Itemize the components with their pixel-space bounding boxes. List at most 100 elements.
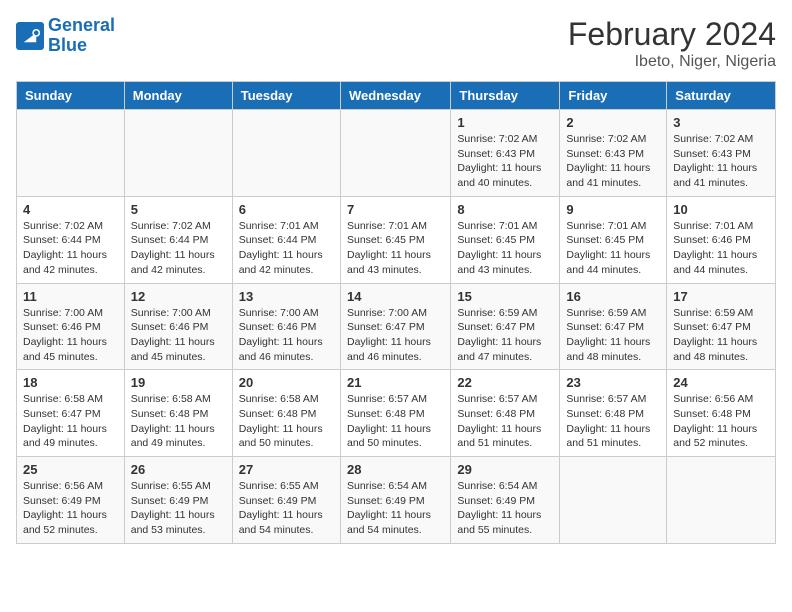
day-info: Sunrise: 7:01 AMSunset: 6:45 PMDaylight:… bbox=[457, 219, 553, 278]
day-info: Sunrise: 6:59 AMSunset: 6:47 PMDaylight:… bbox=[457, 306, 553, 365]
calendar-cell: 14 Sunrise: 7:00 AMSunset: 6:47 PMDayligh… bbox=[340, 283, 450, 370]
calendar-cell: 2Sunrise: 7:02 AMSunset: 6:43 PMDaylight… bbox=[560, 110, 667, 197]
calendar-subtitle: Ibeto, Niger, Nigeria bbox=[568, 53, 776, 71]
day-info: Sunrise: 7:01 AMSunset: 6:45 PMDaylight:… bbox=[347, 219, 444, 278]
logo: General Blue bbox=[16, 16, 115, 56]
day-info: Sunrise: 7:00 AMSunset: 6:46 PMDaylight:… bbox=[239, 306, 334, 365]
day-info: Sunrise: 7:02 AMSunset: 6:43 PMDaylight:… bbox=[673, 132, 769, 191]
day-number: 10 bbox=[673, 202, 769, 217]
calendar-week-2: 4 Sunrise: 7:02 AMSunset: 6:44 PMDaylight… bbox=[17, 196, 776, 283]
day-info: Sunrise: 6:57 AMSunset: 6:48 PMDaylight:… bbox=[457, 392, 553, 451]
day-number: 6 bbox=[239, 202, 334, 217]
day-info: Sunrise: 6:54 AMSunset: 6:49 PMDaylight:… bbox=[347, 479, 444, 538]
day-info: Sunrise: 6:58 AMSunset: 6:48 PMDaylight:… bbox=[131, 392, 226, 451]
day-info: Sunrise: 7:02 AMSunset: 6:43 PMDaylight:… bbox=[566, 132, 660, 191]
day-number: 23 bbox=[566, 375, 660, 390]
calendar-cell: 5 Sunrise: 7:02 AMSunset: 6:44 PMDaylight… bbox=[124, 196, 232, 283]
calendar-cell: 20Sunrise: 6:58 AMSunset: 6:48 PMDayligh… bbox=[232, 370, 340, 457]
day-number: 27 bbox=[239, 462, 334, 477]
calendar-cell: 26Sunrise: 6:55 AMSunset: 6:49 PMDayligh… bbox=[124, 457, 232, 544]
col-saturday: Saturday bbox=[667, 82, 776, 110]
day-info: Sunrise: 6:56 AMSunset: 6:49 PMDaylight:… bbox=[23, 479, 118, 538]
col-wednesday: Wednesday bbox=[340, 82, 450, 110]
day-number: 8 bbox=[457, 202, 553, 217]
day-number: 28 bbox=[347, 462, 444, 477]
calendar-cell: 9Sunrise: 7:01 AMSunset: 6:45 PMDaylight… bbox=[560, 196, 667, 283]
calendar-cell: 10 Sunrise: 7:01 AMSunset: 6:46 PMDayligh… bbox=[667, 196, 776, 283]
day-number: 17 bbox=[673, 289, 769, 304]
page-header: General Blue February 2024 Ibeto, Niger,… bbox=[16, 16, 776, 71]
calendar-cell: 17Sunrise: 6:59 AMSunset: 6:47 PMDayligh… bbox=[667, 283, 776, 370]
calendar-cell: 23 Sunrise: 6:57 AMSunset: 6:48 PMDayligh… bbox=[560, 370, 667, 457]
day-number: 18 bbox=[23, 375, 118, 390]
day-number: 25 bbox=[23, 462, 118, 477]
day-number: 7 bbox=[347, 202, 444, 217]
day-number: 4 bbox=[23, 202, 118, 217]
day-info: Sunrise: 6:54 AMSunset: 6:49 PMDaylight:… bbox=[457, 479, 553, 538]
day-info: Sunrise: 6:55 AMSunset: 6:49 PMDaylight:… bbox=[131, 479, 226, 538]
day-info: Sunrise: 6:59 AMSunset: 6:47 PMDaylight:… bbox=[566, 306, 660, 365]
day-number: 12 bbox=[131, 289, 226, 304]
day-number: 11 bbox=[23, 289, 118, 304]
day-info: Sunrise: 6:56 AMSunset: 6:48 PMDaylight:… bbox=[673, 392, 769, 451]
calendar-cell: 29 Sunrise: 6:54 AMSunset: 6:49 PMDayligh… bbox=[451, 457, 560, 544]
day-number: 20 bbox=[239, 375, 334, 390]
calendar-week-5: 25 Sunrise: 6:56 AMSunset: 6:49 PMDayligh… bbox=[17, 457, 776, 544]
calendar-cell bbox=[232, 110, 340, 197]
calendar-cell: 7 Sunrise: 7:01 AMSunset: 6:45 PMDaylight… bbox=[340, 196, 450, 283]
day-info: Sunrise: 6:55 AMSunset: 6:49 PMDaylight:… bbox=[239, 479, 334, 538]
calendar-cell: 12 Sunrise: 7:00 AMSunset: 6:46 PMDayligh… bbox=[124, 283, 232, 370]
calendar-cell: 16 Sunrise: 6:59 AMSunset: 6:47 PMDayligh… bbox=[560, 283, 667, 370]
calendar-cell bbox=[560, 457, 667, 544]
day-number: 24 bbox=[673, 375, 769, 390]
day-info: Sunrise: 7:00 AMSunset: 6:46 PMDaylight:… bbox=[23, 306, 118, 365]
calendar-cell bbox=[340, 110, 450, 197]
calendar-cell: 3 Sunrise: 7:02 AMSunset: 6:43 PMDaylight… bbox=[667, 110, 776, 197]
calendar-cell: 15 Sunrise: 6:59 AMSunset: 6:47 PMDayligh… bbox=[451, 283, 560, 370]
col-friday: Friday bbox=[560, 82, 667, 110]
calendar-cell: 24 Sunrise: 6:56 AMSunset: 6:48 PMDayligh… bbox=[667, 370, 776, 457]
day-info: Sunrise: 7:00 AMSunset: 6:47 PMDaylight:… bbox=[347, 306, 444, 365]
day-number: 15 bbox=[457, 289, 553, 304]
calendar-cell bbox=[124, 110, 232, 197]
day-info: Sunrise: 7:02 AMSunset: 6:43 PMDaylight:… bbox=[457, 132, 553, 191]
calendar-cell: 28 Sunrise: 6:54 AMSunset: 6:49 PMDayligh… bbox=[340, 457, 450, 544]
calendar-header-row: Sunday Monday Tuesday Wednesday Thursday… bbox=[17, 82, 776, 110]
day-number: 16 bbox=[566, 289, 660, 304]
day-number: 14 bbox=[347, 289, 444, 304]
day-info: Sunrise: 6:58 AMSunset: 6:47 PMDaylight:… bbox=[23, 392, 118, 451]
calendar-cell: 6 Sunrise: 7:01 AMSunset: 6:44 PMDaylight… bbox=[232, 196, 340, 283]
calendar-cell: 1 Sunrise: 7:02 AMSunset: 6:43 PMDaylight… bbox=[451, 110, 560, 197]
calendar-cell: 18 Sunrise: 6:58 AMSunset: 6:47 PMDayligh… bbox=[17, 370, 125, 457]
day-info: Sunrise: 7:02 AMSunset: 6:44 PMDaylight:… bbox=[23, 219, 118, 278]
calendar-week-4: 18 Sunrise: 6:58 AMSunset: 6:47 PMDayligh… bbox=[17, 370, 776, 457]
calendar-title: February 2024 bbox=[568, 16, 776, 53]
day-number: 5 bbox=[131, 202, 226, 217]
calendar-week-3: 11 Sunrise: 7:00 AMSunset: 6:46 PMDayligh… bbox=[17, 283, 776, 370]
day-number: 13 bbox=[239, 289, 334, 304]
col-thursday: Thursday bbox=[451, 82, 560, 110]
calendar-cell bbox=[667, 457, 776, 544]
day-number: 22 bbox=[457, 375, 553, 390]
day-number: 1 bbox=[457, 115, 553, 130]
day-info: Sunrise: 7:01 AMSunset: 6:44 PMDaylight:… bbox=[239, 219, 334, 278]
calendar-cell: 21 Sunrise: 6:57 AMSunset: 6:48 PMDayligh… bbox=[340, 370, 450, 457]
day-number: 19 bbox=[131, 375, 226, 390]
day-info: Sunrise: 6:57 AMSunset: 6:48 PMDaylight:… bbox=[566, 392, 660, 451]
col-monday: Monday bbox=[124, 82, 232, 110]
calendar-cell: 11 Sunrise: 7:00 AMSunset: 6:46 PMDayligh… bbox=[17, 283, 125, 370]
calendar-cell bbox=[17, 110, 125, 197]
logo-text: General Blue bbox=[48, 16, 115, 56]
day-number: 29 bbox=[457, 462, 553, 477]
col-sunday: Sunday bbox=[17, 82, 125, 110]
day-info: Sunrise: 7:01 AMSunset: 6:46 PMDaylight:… bbox=[673, 219, 769, 278]
calendar-week-1: 1 Sunrise: 7:02 AMSunset: 6:43 PMDaylight… bbox=[17, 110, 776, 197]
day-number: 3 bbox=[673, 115, 769, 130]
calendar-cell: 8 Sunrise: 7:01 AMSunset: 6:45 PMDaylight… bbox=[451, 196, 560, 283]
day-info: Sunrise: 7:00 AMSunset: 6:46 PMDaylight:… bbox=[131, 306, 226, 365]
calendar-cell: 25 Sunrise: 6:56 AMSunset: 6:49 PMDayligh… bbox=[17, 457, 125, 544]
day-info: Sunrise: 6:57 AMSunset: 6:48 PMDaylight:… bbox=[347, 392, 444, 451]
day-info: Sunrise: 7:02 AMSunset: 6:44 PMDaylight:… bbox=[131, 219, 226, 278]
calendar-cell: 22 Sunrise: 6:57 AMSunset: 6:48 PMDayligh… bbox=[451, 370, 560, 457]
day-number: 21 bbox=[347, 375, 444, 390]
